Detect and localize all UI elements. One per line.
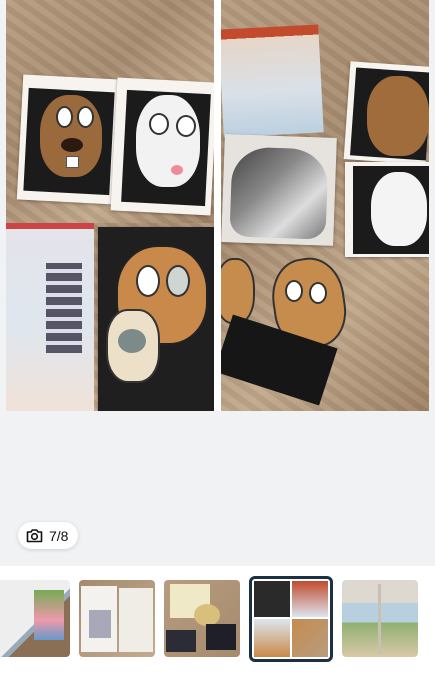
thumbnail-2[interactable] (79, 580, 155, 657)
photo-comic-fox (6, 223, 214, 411)
photo-counter-badge: 7/8 (18, 522, 79, 549)
thumbnail-1[interactable] (0, 580, 70, 657)
photo-viewer[interactable]: 7/8 (0, 0, 435, 566)
photo-collage (6, 0, 429, 411)
photo-cutouts (221, 0, 429, 411)
photo-book-masks (6, 0, 214, 223)
thumbnail-3[interactable] (164, 580, 240, 657)
photo-counter: 7/8 (49, 527, 69, 544)
thumbnail-5[interactable] (342, 580, 418, 657)
camera-icon (26, 529, 43, 543)
thumbnail-4[interactable] (249, 576, 333, 662)
thumbnail-strip[interactable] (0, 566, 435, 699)
